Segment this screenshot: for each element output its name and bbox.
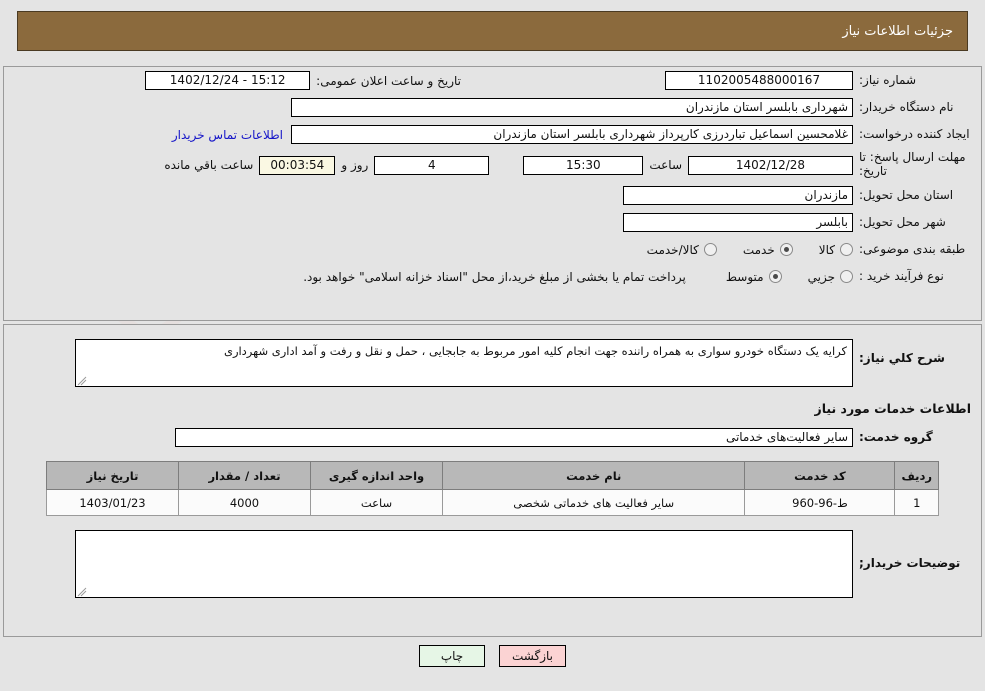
radio-circle-khedmat[interactable] <box>779 243 793 256</box>
public-announce-field[interactable]: 15:12 - 1402/12/24 <box>145 71 311 90</box>
radio-option-jozi[interactable]: جزیي <box>782 270 853 284</box>
row-category: طبقه بندی موضوعی: کالا خدمت کالا/خدمت <box>4 236 981 263</box>
radio-circle-motevaset[interactable] <box>768 270 782 283</box>
radio-label-kala: کالا <box>818 242 835 257</box>
col-name: نام خدمت <box>441 461 746 490</box>
deadline-label: مهلت ارسال پاسخ: تا تاریخ: <box>859 150 966 178</box>
deadline-hour-label: ساعت <box>649 158 682 172</box>
radio-circle-jozi[interactable] <box>840 270 853 283</box>
deadline-date-field[interactable]: 1402/12/28 <box>688 155 853 175</box>
table-header-row: ردیف کد خدمت نام خدمت واحد اندازه گیری ت… <box>46 461 939 490</box>
radio-option-motevaset[interactable]: متوسط <box>700 270 782 284</box>
row-buyer-org: نام دستگاه خریدار: شهرداری بابلسر استان … <box>4 94 981 121</box>
service-group-label: گروه خدمت: <box>859 430 933 444</box>
payment-note: پرداخت تمام یا بخشی از مبلغ خرید،از محل … <box>303 269 686 284</box>
buyer-contact-link[interactable]: اطلاعات تماس خریدار <box>164 128 291 142</box>
cell-quantity: 4000 <box>178 489 311 516</box>
row-province: استان محل تحویل: مازندران <box>4 182 981 209</box>
radio-option-khedmat[interactable]: خدمت <box>717 243 793 257</box>
row-process-type: نوع فرآیند خرید : جزیي متوسط پرداخت تمام… <box>4 263 981 290</box>
process-radio-group: جزیي متوسط <box>700 270 853 284</box>
buyer-org-field[interactable]: شهرداری بابلسر استان مازندران <box>291 98 853 117</box>
row-city: شهر محل تحویل: بابلسر <box>4 209 981 236</box>
window-title-bar: جزئیات اطلاعات نیاز <box>17 11 968 51</box>
cell-need-date: 1403/01/23 <box>46 489 179 516</box>
category-radio-group: کالا خدمت کالا/خدمت <box>621 243 853 257</box>
countdown-timer-field[interactable]: 00:03:54 <box>259 155 336 175</box>
public-announce-label: تاریخ و ساعت اعلان عمومی: <box>316 73 461 88</box>
footer-actions: بازگشت چاپ <box>0 645 985 667</box>
col-index: ردیف <box>894 461 939 490</box>
province-label: استان محل تحویل: <box>859 188 954 202</box>
radio-label-kala-khedmat: کالا/خدمت <box>646 242 699 257</box>
cell-name: سایر فعالیت های خدماتی شخصی <box>441 489 746 516</box>
city-label: شهر محل تحویل: <box>859 215 946 229</box>
row-deadline: مهلت ارسال پاسخ: تا تاریخ: 1402/12/28 سا… <box>4 148 981 182</box>
print-button[interactable]: چاپ <box>419 645 485 667</box>
col-quantity: تعداد / مقدار <box>178 461 311 490</box>
col-code: کد خدمت <box>744 461 896 490</box>
services-section-header: اطلاعات خدمات مورد نیاز <box>4 387 981 416</box>
need-number-label: شماره نیاز: <box>859 73 916 87</box>
radio-circle-kala-khedmat[interactable] <box>703 243 717 256</box>
buyer-org-label: نام دستگاه خریدار: <box>859 100 954 114</box>
category-label: طبقه بندی موضوعی: <box>859 242 966 256</box>
cell-unit: ساعت <box>310 489 443 516</box>
cell-code: ط-96-960 <box>744 489 896 516</box>
deadline-hour-field[interactable]: 15:30 <box>523 155 644 175</box>
requester-field[interactable]: غلامحسین اسماعیل تباردرزی کارپرداز شهردا… <box>291 125 853 144</box>
col-need-date: تاریخ نیاز <box>46 461 179 490</box>
row-buyer-comments: توضیحات خریدار; <box>4 516 981 598</box>
radio-label-khedmat: خدمت <box>742 242 775 257</box>
city-field[interactable]: بابلسر <box>623 213 853 232</box>
requester-label: ایجاد کننده درخواست: <box>859 127 970 141</box>
col-unit: واحد اندازه گیری <box>310 461 443 490</box>
table-row[interactable]: 1 ط-96-960 سایر فعالیت های خدماتی شخصی س… <box>46 489 939 516</box>
days-and-label: روز و <box>341 158 369 172</box>
need-details-panel: شماره نیاز: 1102005488000167 تاریخ و ساع… <box>3 66 982 321</box>
service-group-field[interactable]: سایر فعالیت‌های خدماتی <box>175 428 853 447</box>
row-description: شرح کلي نیاز: کرایه یک دستگاه خودرو سوار… <box>4 325 981 387</box>
row-need-number: شماره نیاز: 1102005488000167 تاریخ و ساع… <box>4 67 981 94</box>
row-requester: ایجاد کننده درخواست: غلامحسین اسماعیل تب… <box>4 121 981 148</box>
radio-option-kala[interactable]: کالا <box>793 243 853 257</box>
province-field[interactable]: مازندران <box>623 186 853 205</box>
buyer-comments-textarea[interactable] <box>75 530 853 598</box>
radio-label-motevaset: متوسط <box>725 269 764 284</box>
radio-label-jozi: جزیي <box>807 269 835 284</box>
services-section-title: اطلاعات خدمات مورد نیاز <box>814 401 972 416</box>
remaining-suffix-label: ساعت باقي مانده <box>164 158 254 172</box>
row-service-group: گروه خدمت: سایر فعالیت‌های خدماتی <box>4 416 981 447</box>
cell-index: 1 <box>894 489 939 516</box>
page-title: جزئیات اطلاعات نیاز <box>842 23 953 39</box>
services-table: ردیف کد خدمت نام خدمت واحد اندازه گیری ت… <box>46 461 939 516</box>
radio-option-kala-khedmat[interactable]: کالا/خدمت <box>621 243 717 257</box>
services-table-wrap: ردیف کد خدمت نام خدمت واحد اندازه گیری ت… <box>4 447 981 516</box>
need-body-panel: شرح کلي نیاز: کرایه یک دستگاه خودرو سوار… <box>3 324 982 637</box>
buyer-comments-label: توضیحات خریدار; <box>859 556 961 570</box>
radio-circle-kala[interactable] <box>840 243 853 256</box>
need-number-field[interactable]: 1102005488000167 <box>665 71 853 90</box>
description-textarea[interactable]: کرایه یک دستگاه خودرو سواری به همراه ران… <box>75 339 853 387</box>
back-button[interactable]: بازگشت <box>499 645 566 667</box>
process-label: نوع فرآیند خرید : <box>859 269 944 283</box>
remaining-days-field[interactable]: 4 <box>374 155 490 175</box>
description-label: شرح کلي نیاز: <box>859 351 945 365</box>
